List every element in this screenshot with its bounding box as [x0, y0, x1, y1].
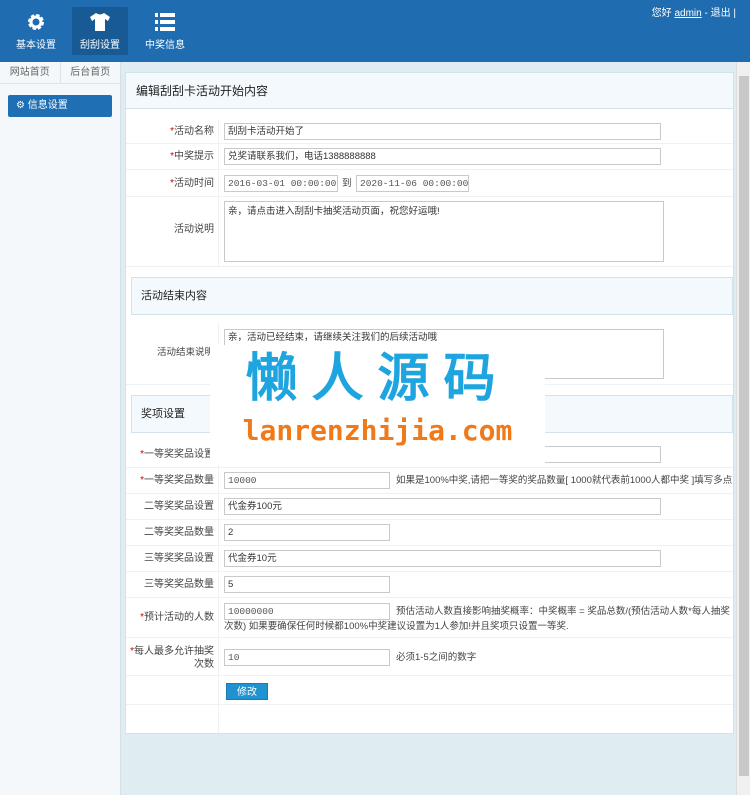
- nav-label: 刮刮设置: [80, 40, 120, 51]
- sidebar-item-info-settings[interactable]: ⚙ 信息设置: [8, 95, 112, 117]
- win-tip-input[interactable]: 兑奖请联系我们，电话1388888888: [224, 148, 661, 165]
- tab-site-home[interactable]: 网站首页: [0, 62, 61, 83]
- shirt-icon: [90, 13, 110, 31]
- watermark-url: lanrenzhijia.com: [242, 414, 513, 447]
- nav-scratch-settings[interactable]: 刮刮设置: [72, 7, 128, 55]
- time-label: 活动时间: [174, 178, 214, 189]
- prize-label: 二等奖奖品数量: [144, 527, 214, 538]
- greeting: 您好: [651, 8, 672, 19]
- watermark: 懒人源码 lanrenzhijia.com: [210, 345, 545, 465]
- end-desc-label: 活动结束说明: [156, 347, 214, 358]
- page-title: 编辑刮刮卡活动开始内容: [126, 73, 733, 109]
- start-time-input[interactable]: 2016-03-01 00:00:00: [224, 175, 338, 192]
- user-info: 您好 admin - 退出 |: [652, 4, 736, 19]
- list-icon: [155, 13, 175, 31]
- people-hint: 预估活动人数直接影响抽奖概率：中奖概率 = 奖品总数/(预估活动人数*每人抽奖: [396, 606, 730, 617]
- max-label: 每人最多允许抽奖: [134, 646, 214, 657]
- second-prize-qty-input[interactable]: 2: [224, 524, 390, 541]
- nav-basic-settings[interactable]: 基本设置: [8, 7, 64, 55]
- end-section-title: 活动结束内容: [131, 277, 733, 315]
- gear-icon: [28, 14, 44, 30]
- tip-label: 中奖提示: [174, 151, 214, 162]
- to-label: 到: [342, 178, 352, 189]
- gear-icon: ⚙: [16, 100, 25, 111]
- end-time-input[interactable]: 2020-11-06 00:00:00: [356, 175, 469, 192]
- desc-label: 活动说明: [174, 224, 214, 235]
- logout-link[interactable]: 退出: [711, 8, 731, 19]
- max-label-2: 次数: [194, 659, 214, 670]
- username-link[interactable]: admin: [674, 8, 701, 19]
- prize-label: 一等奖奖品数量: [144, 475, 214, 486]
- nav-label: 基本设置: [16, 40, 56, 51]
- people-input[interactable]: 10000000: [224, 603, 390, 620]
- third-prize-input[interactable]: 代金券10元: [224, 550, 661, 567]
- prize-label: 二等奖奖品设置: [144, 501, 214, 512]
- separator: |: [733, 8, 736, 19]
- top-header: 基本设置 刮刮设置 中奖信息 您好 admin - 退出 |: [0, 0, 750, 62]
- second-prize-input[interactable]: 代金券100元: [224, 498, 661, 515]
- people-hint-2: 次数) 如果要确保任何时候都100%中奖建议设置为1人参加!并且奖项只设置一等奖…: [224, 621, 569, 632]
- tab-admin-home[interactable]: 后台首页: [61, 62, 121, 83]
- separator: -: [704, 8, 708, 19]
- activity-name-input[interactable]: 刮刮卡活动开始了: [224, 123, 661, 140]
- sidebar: 网站首页 后台首页 ⚙ 信息设置: [0, 62, 121, 795]
- first-prize-qty-input[interactable]: 10000: [224, 472, 390, 489]
- scrollbar[interactable]: [736, 62, 750, 795]
- watermark-text: 懒人源码: [245, 349, 510, 409]
- prize-label: 三等奖奖品设置: [144, 553, 214, 564]
- submit-button[interactable]: 修改: [226, 683, 268, 700]
- max-draws-input[interactable]: 10: [224, 649, 390, 666]
- activity-desc-textarea[interactable]: 亲，请点击进入刮刮卡抽奖活动页面，祝您好运哦!: [224, 201, 664, 262]
- people-label: 预计活动的人数: [144, 612, 214, 623]
- max-hint: 必须1-5之间的数字: [396, 652, 477, 663]
- third-prize-qty-input[interactable]: 5: [224, 576, 390, 593]
- name-label: 活动名称: [174, 126, 214, 137]
- sidebar-item-label: 信息设置: [27, 100, 68, 111]
- prize-label: 一等奖奖品设置: [144, 449, 214, 460]
- nav-winner-info[interactable]: 中奖信息: [137, 7, 193, 55]
- first-prize-hint: 如果是100%中奖,请把一等奖的奖品数量[ 1000就代表前1000人都中奖 ]…: [396, 475, 733, 486]
- nav-label: 中奖信息: [145, 40, 185, 51]
- scrollbar-thumb[interactable]: [739, 76, 749, 776]
- prize-label: 三等奖奖品数量: [144, 579, 214, 590]
